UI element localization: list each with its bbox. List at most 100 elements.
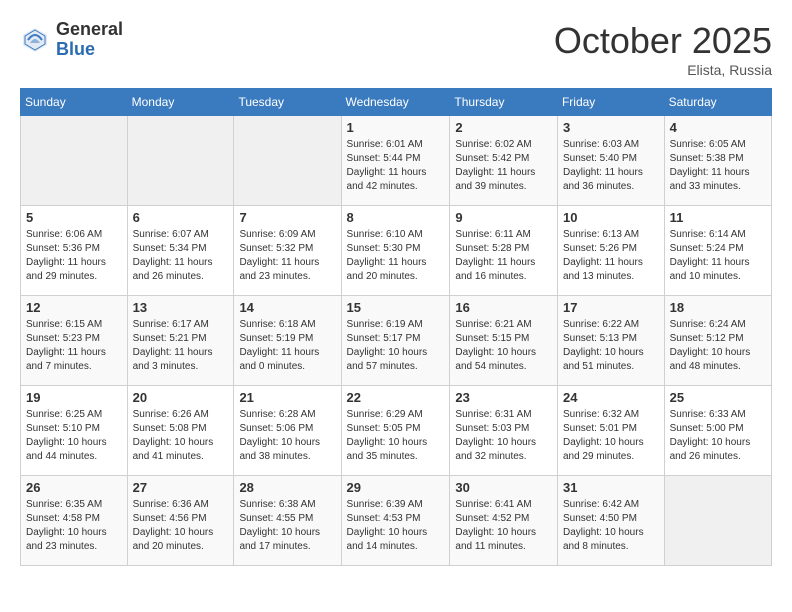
day-number: 11: [670, 210, 766, 225]
day-number: 7: [239, 210, 335, 225]
calendar-cell: 31Sunrise: 6:42 AMSunset: 4:50 PMDayligh…: [557, 476, 664, 566]
weekday-header-friday: Friday: [557, 89, 664, 116]
day-number: 17: [563, 300, 659, 315]
page-header: General Blue October 2025 Elista, Russia: [20, 20, 772, 78]
day-info: Sunrise: 6:03 AMSunset: 5:40 PMDaylight:…: [563, 138, 659, 194]
calendar-week-row: 19 Sunrise: 6:25 AMSunset: 5:10 PMDayligh…: [21, 386, 772, 476]
calendar-cell: 7 Sunrise: 6:09 AMSunset: 5:32 PMDaylight…: [234, 206, 341, 296]
day-number: 19: [26, 390, 122, 405]
calendar-cell: 27Sunrise: 6:36 AMSunset: 4:56 PMDayligh…: [127, 476, 234, 566]
day-info: Sunrise: 6:15 AMSunset: 5:23 PMDaylight:…: [26, 318, 122, 374]
calendar-week-row: 12Sunrise: 6:15 AMSunset: 5:23 PMDayligh…: [21, 296, 772, 386]
day-number: 28: [239, 480, 335, 495]
day-number: 20: [133, 390, 229, 405]
logo-text: General Blue: [56, 20, 123, 60]
day-info: Sunrise: 6:31 AMSunset: 5:03 PMDaylight:…: [455, 408, 552, 464]
weekday-header-tuesday: Tuesday: [234, 89, 341, 116]
calendar-cell: 12Sunrise: 6:15 AMSunset: 5:23 PMDayligh…: [21, 296, 128, 386]
day-info: Sunrise: 6:42 AMSunset: 4:50 PMDaylight:…: [563, 498, 659, 554]
calendar-cell: 18Sunrise: 6:24 AMSunset: 5:12 PMDayligh…: [664, 296, 771, 386]
day-number: 4: [670, 120, 766, 135]
day-number: 22: [347, 390, 445, 405]
calendar-header-row: SundayMondayTuesdayWednesdayThursdayFrid…: [21, 89, 772, 116]
calendar-cell: 11 Sunrise: 6:14 AMSunset: 5:24 PMDayligh…: [664, 206, 771, 296]
calendar-week-row: 1Sunrise: 6:01 AMSunset: 5:44 PMDaylight…: [21, 116, 772, 206]
day-info: Sunrise: 6:24 AMSunset: 5:12 PMDaylight:…: [670, 318, 766, 374]
weekday-header-saturday: Saturday: [664, 89, 771, 116]
weekday-header-monday: Monday: [127, 89, 234, 116]
calendar-cell: 17 Sunrise: 6:22 AMSunset: 5:13 PMDayligh…: [557, 296, 664, 386]
calendar-cell: 6Sunrise: 6:07 AMSunset: 5:34 PMDaylight…: [127, 206, 234, 296]
calendar-week-row: 26 Sunrise: 6:35 AMSunset: 4:58 PMDayligh…: [21, 476, 772, 566]
day-info: Sunrise: 6:25 AMSunset: 5:10 PMDaylight:…: [26, 408, 122, 464]
day-number: 9: [455, 210, 552, 225]
calendar-cell: 20 Sunrise: 6:26 AMSunset: 5:08 PMDayligh…: [127, 386, 234, 476]
day-info: Sunrise: 6:21 AMSunset: 5:15 PMDaylight:…: [455, 318, 552, 374]
day-info: Sunrise: 6:14 AMSunset: 5:24 PMDaylight:…: [670, 228, 766, 284]
calendar-cell: 2 Sunrise: 6:02 AMSunset: 5:42 PMDaylight…: [450, 116, 558, 206]
logo-blue: Blue: [56, 40, 123, 60]
day-number: 14: [239, 300, 335, 315]
day-info: Sunrise: 6:09 AMSunset: 5:32 PMDaylight:…: [239, 228, 335, 284]
day-number: 30: [455, 480, 552, 495]
calendar-cell: 19 Sunrise: 6:25 AMSunset: 5:10 PMDayligh…: [21, 386, 128, 476]
day-number: 10: [563, 210, 659, 225]
calendar-cell: 9Sunrise: 6:11 AMSunset: 5:28 PMDaylight…: [450, 206, 558, 296]
day-number: 25: [670, 390, 766, 405]
calendar-cell: 16 Sunrise: 6:21 AMSunset: 5:15 PMDayligh…: [450, 296, 558, 386]
calendar-cell: 15Sunrise: 6:19 AMSunset: 5:17 PMDayligh…: [341, 296, 450, 386]
day-number: 24: [563, 390, 659, 405]
day-number: 21: [239, 390, 335, 405]
calendar-cell: 30Sunrise: 6:41 AMSunset: 4:52 PMDayligh…: [450, 476, 558, 566]
calendar-cell: 23 Sunrise: 6:31 AMSunset: 5:03 PMDayligh…: [450, 386, 558, 476]
day-number: 16: [455, 300, 552, 315]
calendar-cell: [127, 116, 234, 206]
day-info: Sunrise: 6:28 AMSunset: 5:06 PMDaylight:…: [239, 408, 335, 464]
weekday-header-wednesday: Wednesday: [341, 89, 450, 116]
calendar-cell: [21, 116, 128, 206]
logo-general: General: [56, 20, 123, 40]
day-info: Sunrise: 6:36 AMSunset: 4:56 PMDaylight:…: [133, 498, 229, 554]
calendar-cell: 24 Sunrise: 6:32 AMSunset: 5:01 PMDayligh…: [557, 386, 664, 476]
calendar-cell: 21 Sunrise: 6:28 AMSunset: 5:06 PMDayligh…: [234, 386, 341, 476]
calendar-cell: 25 Sunrise: 6:33 AMSunset: 5:00 PMDayligh…: [664, 386, 771, 476]
day-number: 3: [563, 120, 659, 135]
day-number: 8: [347, 210, 445, 225]
day-info: Sunrise: 6:35 AMSunset: 4:58 PMDaylight:…: [26, 498, 122, 554]
calendar-cell: 28Sunrise: 6:38 AMSunset: 4:55 PMDayligh…: [234, 476, 341, 566]
calendar-cell: 29 Sunrise: 6:39 AMSunset: 4:53 PMDayligh…: [341, 476, 450, 566]
day-number: 5: [26, 210, 122, 225]
day-number: 1: [347, 120, 445, 135]
calendar-week-row: 5 Sunrise: 6:06 AMSunset: 5:36 PMDaylight…: [21, 206, 772, 296]
calendar-cell: 26 Sunrise: 6:35 AMSunset: 4:58 PMDayligh…: [21, 476, 128, 566]
day-number: 13: [133, 300, 229, 315]
weekday-header-sunday: Sunday: [21, 89, 128, 116]
calendar-cell: 10Sunrise: 6:13 AMSunset: 5:26 PMDayligh…: [557, 206, 664, 296]
day-info: Sunrise: 6:18 AMSunset: 5:19 PMDaylight:…: [239, 318, 335, 374]
day-number: 23: [455, 390, 552, 405]
calendar-cell: [234, 116, 341, 206]
day-info: Sunrise: 6:33 AMSunset: 5:00 PMDaylight:…: [670, 408, 766, 464]
calendar-table: SundayMondayTuesdayWednesdayThursdayFrid…: [20, 88, 772, 566]
day-info: Sunrise: 6:29 AMSunset: 5:05 PMDaylight:…: [347, 408, 445, 464]
calendar-cell: [664, 476, 771, 566]
day-info: Sunrise: 6:32 AMSunset: 5:01 PMDaylight:…: [563, 408, 659, 464]
calendar-cell: 8 Sunrise: 6:10 AMSunset: 5:30 PMDaylight…: [341, 206, 450, 296]
day-number: 26: [26, 480, 122, 495]
calendar-cell: 14 Sunrise: 6:18 AMSunset: 5:19 PMDayligh…: [234, 296, 341, 386]
day-info: Sunrise: 6:26 AMSunset: 5:08 PMDaylight:…: [133, 408, 229, 464]
day-info: Sunrise: 6:10 AMSunset: 5:30 PMDaylight:…: [347, 228, 445, 284]
day-info: Sunrise: 6:17 AMSunset: 5:21 PMDaylight:…: [133, 318, 229, 374]
calendar-cell: 4Sunrise: 6:05 AMSunset: 5:38 PMDaylight…: [664, 116, 771, 206]
day-info: Sunrise: 6:22 AMSunset: 5:13 PMDaylight:…: [563, 318, 659, 374]
day-number: 15: [347, 300, 445, 315]
day-info: Sunrise: 6:02 AMSunset: 5:42 PMDaylight:…: [455, 138, 552, 194]
day-info: Sunrise: 6:39 AMSunset: 4:53 PMDaylight:…: [347, 498, 445, 554]
calendar-cell: 5 Sunrise: 6:06 AMSunset: 5:36 PMDaylight…: [21, 206, 128, 296]
calendar-cell: 13 Sunrise: 6:17 AMSunset: 5:21 PMDayligh…: [127, 296, 234, 386]
day-number: 6: [133, 210, 229, 225]
day-number: 29: [347, 480, 445, 495]
month-title: October 2025: [554, 20, 772, 62]
day-number: 2: [455, 120, 552, 135]
day-info: Sunrise: 6:06 AMSunset: 5:36 PMDaylight:…: [26, 228, 122, 284]
